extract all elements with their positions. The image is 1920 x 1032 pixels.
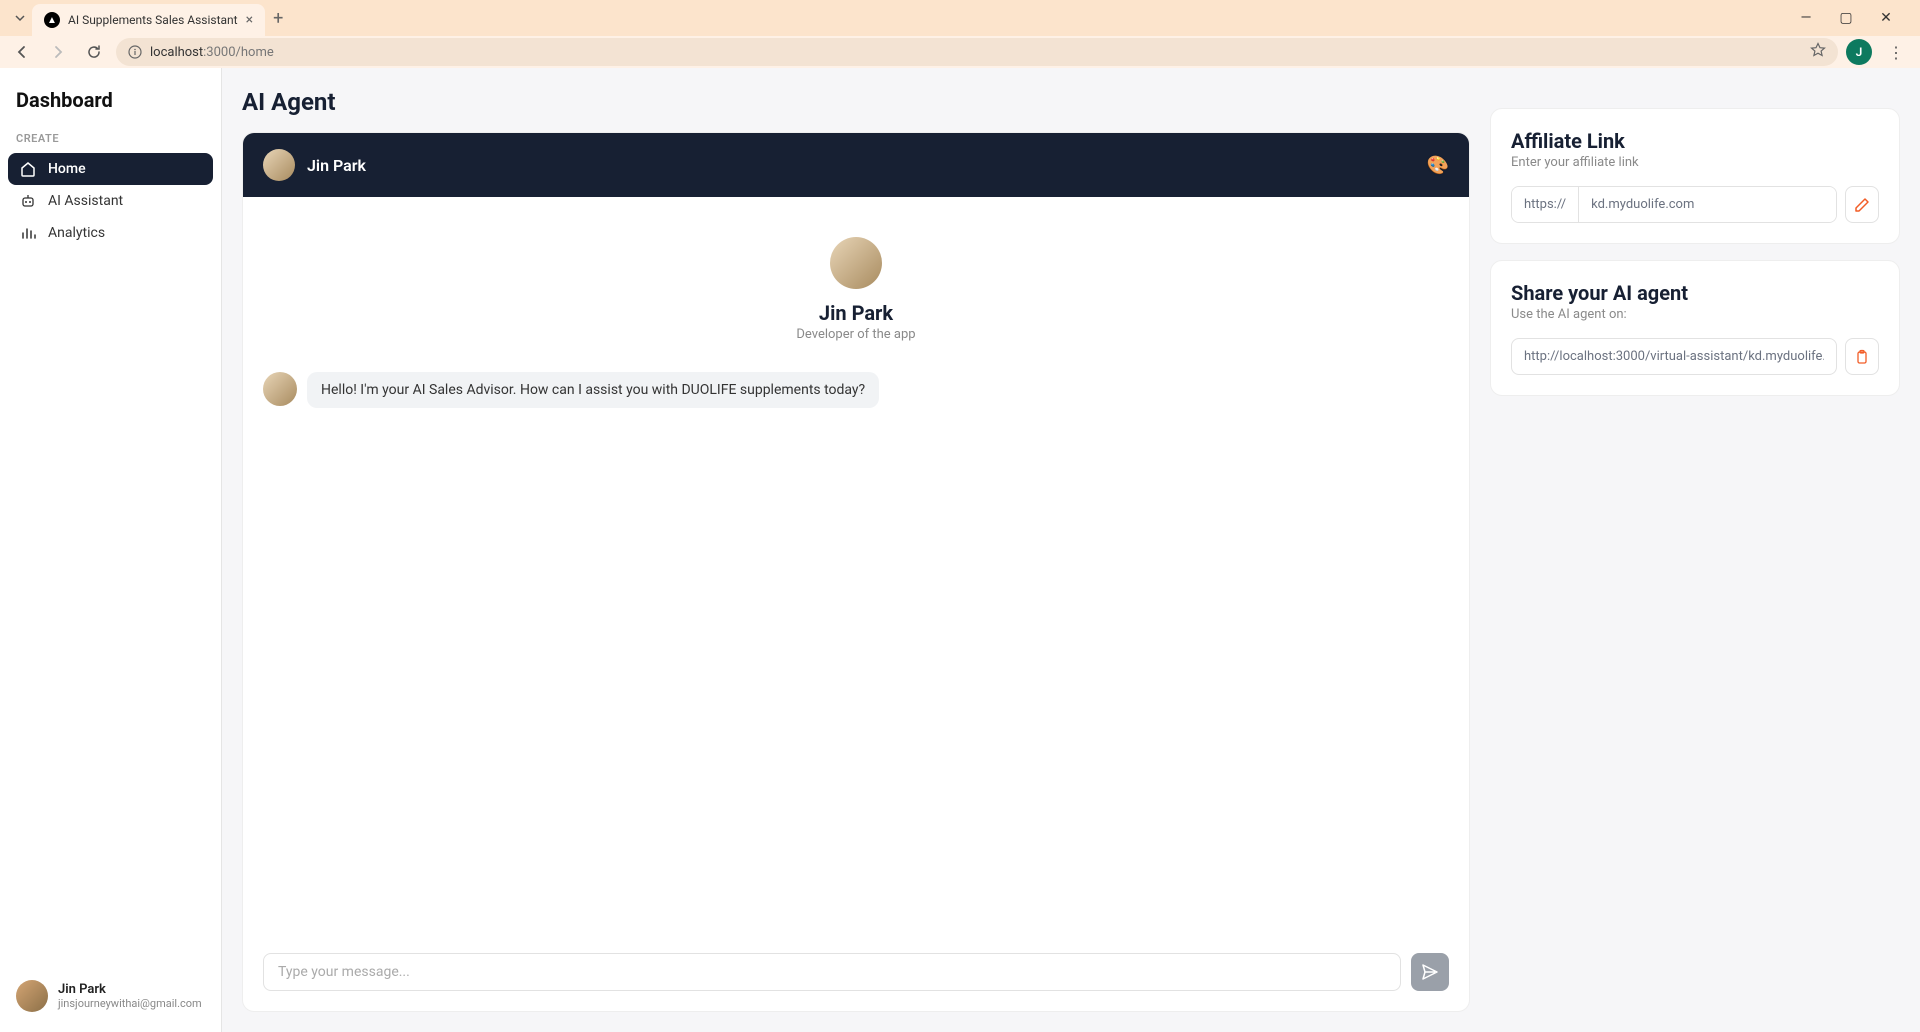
affiliate-input[interactable]: [1579, 187, 1836, 222]
chat-header-name: Jin Park: [307, 156, 366, 175]
chat-header-avatar: [263, 149, 295, 181]
main-content: AI Agent Jin Park 🎨 Jin Park Developer o…: [222, 68, 1920, 1032]
chat-body: Jin Park Developer of the app Hello! I'm…: [243, 197, 1469, 939]
affiliate-edit-button[interactable]: [1845, 186, 1879, 223]
sidebar-item-label: Analytics: [48, 225, 105, 241]
home-icon: [20, 161, 36, 177]
chevron-down-icon: [14, 12, 26, 24]
sidebar-item-analytics[interactable]: Analytics: [8, 217, 213, 249]
user-avatar: [16, 980, 48, 1012]
bot-icon: [20, 193, 36, 209]
browser-tab[interactable]: ▲ AI Supplements Sales Assistant ×: [32, 4, 265, 36]
message-avatar: [263, 372, 297, 406]
copy-button[interactable]: [1845, 338, 1879, 375]
share-title: Share your AI agent: [1511, 281, 1879, 305]
palette-icon: 🎨: [1427, 155, 1449, 176]
send-icon: [1421, 963, 1439, 981]
affiliate-card: Affiliate Link Enter your affiliate link…: [1490, 108, 1900, 244]
sidebar-item-label: Home: [48, 161, 86, 177]
tab-close-button[interactable]: ×: [246, 13, 253, 27]
reload-icon: [86, 44, 102, 60]
user-email: jinsjourneywithai@gmail.com: [58, 997, 202, 1010]
info-icon: [128, 45, 142, 59]
sidebar-title: Dashboard: [8, 88, 213, 132]
pencil-icon: [1854, 197, 1870, 213]
tab-bar: ▲ AI Supplements Sales Assistant × + — ▢…: [0, 0, 1920, 36]
theme-palette-button[interactable]: 🎨: [1427, 155, 1449, 176]
chat-header: Jin Park 🎨: [243, 133, 1469, 197]
back-button[interactable]: [8, 38, 36, 66]
chat-card: Jin Park 🎨 Jin Park Developer of the app…: [242, 132, 1470, 1012]
tab-title: AI Supplements Sales Assistant: [68, 13, 238, 27]
address-row: localhost:3000/home J ⋮: [0, 36, 1920, 68]
affiliate-prefix: https://: [1512, 187, 1579, 222]
messages-list: Hello! I'm your AI Sales Advisor. How ca…: [263, 372, 1449, 408]
clipboard-icon: [1854, 349, 1870, 365]
chat-profile-avatar: [830, 237, 882, 289]
share-url-input[interactable]: [1511, 338, 1837, 375]
forward-button[interactable]: [44, 38, 72, 66]
chat-profile-name: Jin Park: [819, 301, 893, 325]
affiliate-input-row: https://: [1511, 186, 1879, 223]
affiliate-subtitle: Enter your affiliate link: [1511, 155, 1879, 170]
app-root: Dashboard CREATE Home AI Assistant Analy…: [0, 68, 1920, 1032]
url-text: localhost:3000/home: [150, 45, 274, 60]
address-bar[interactable]: localhost:3000/home: [116, 38, 1838, 66]
chat-profile-role: Developer of the app: [796, 327, 915, 342]
browser-menu-button[interactable]: ⋮: [1880, 43, 1912, 62]
page-title: AI Agent: [242, 88, 1470, 116]
message-input[interactable]: [263, 953, 1401, 991]
sidebar-item-label: AI Assistant: [48, 193, 123, 209]
sidebar-item-home[interactable]: Home: [8, 153, 213, 185]
analytics-icon: [20, 225, 36, 241]
share-input-row: [1511, 338, 1879, 375]
reload-button[interactable]: [80, 38, 108, 66]
sidebar-item-ai-assistant[interactable]: AI Assistant: [8, 185, 213, 217]
tab-favicon: ▲: [44, 12, 60, 28]
share-card: Share your AI agent Use the AI agent on:: [1490, 260, 1900, 396]
profile-badge[interactable]: J: [1846, 39, 1872, 65]
affiliate-title: Affiliate Link: [1511, 129, 1879, 153]
browser-chrome: ▲ AI Supplements Sales Assistant × + — ▢…: [0, 0, 1920, 68]
close-window-button[interactable]: ✕: [1872, 10, 1900, 26]
sidebar-section-label: CREATE: [8, 132, 213, 153]
right-column: . Affiliate Link Enter your affiliate li…: [1490, 88, 1900, 1012]
sidebar-footer[interactable]: Jin Park jinsjourneywithai@gmail.com: [8, 972, 213, 1020]
left-column: AI Agent Jin Park 🎨 Jin Park Developer o…: [242, 88, 1470, 1012]
sidebar: Dashboard CREATE Home AI Assistant Analy…: [0, 68, 222, 1032]
tab-search-dropdown[interactable]: [8, 6, 32, 30]
bookmark-button[interactable]: [1810, 42, 1826, 62]
minimize-button[interactable]: —: [1792, 10, 1820, 26]
chat-input-row: [243, 939, 1469, 1011]
message-row: Hello! I'm your AI Sales Advisor. How ca…: [263, 372, 1449, 408]
star-icon: [1810, 42, 1826, 58]
message-bubble: Hello! I'm your AI Sales Advisor. How ca…: [307, 372, 879, 408]
send-button[interactable]: [1411, 953, 1449, 991]
share-subtitle: Use the AI agent on:: [1511, 307, 1879, 322]
window-controls: — ▢ ✕: [1792, 10, 1912, 26]
new-tab-button[interactable]: +: [273, 8, 283, 29]
maximize-button[interactable]: ▢: [1832, 10, 1860, 26]
affiliate-input-group: https://: [1511, 186, 1837, 223]
user-name: Jin Park: [58, 982, 202, 997]
arrow-left-icon: [14, 44, 30, 60]
arrow-right-icon: [50, 44, 66, 60]
